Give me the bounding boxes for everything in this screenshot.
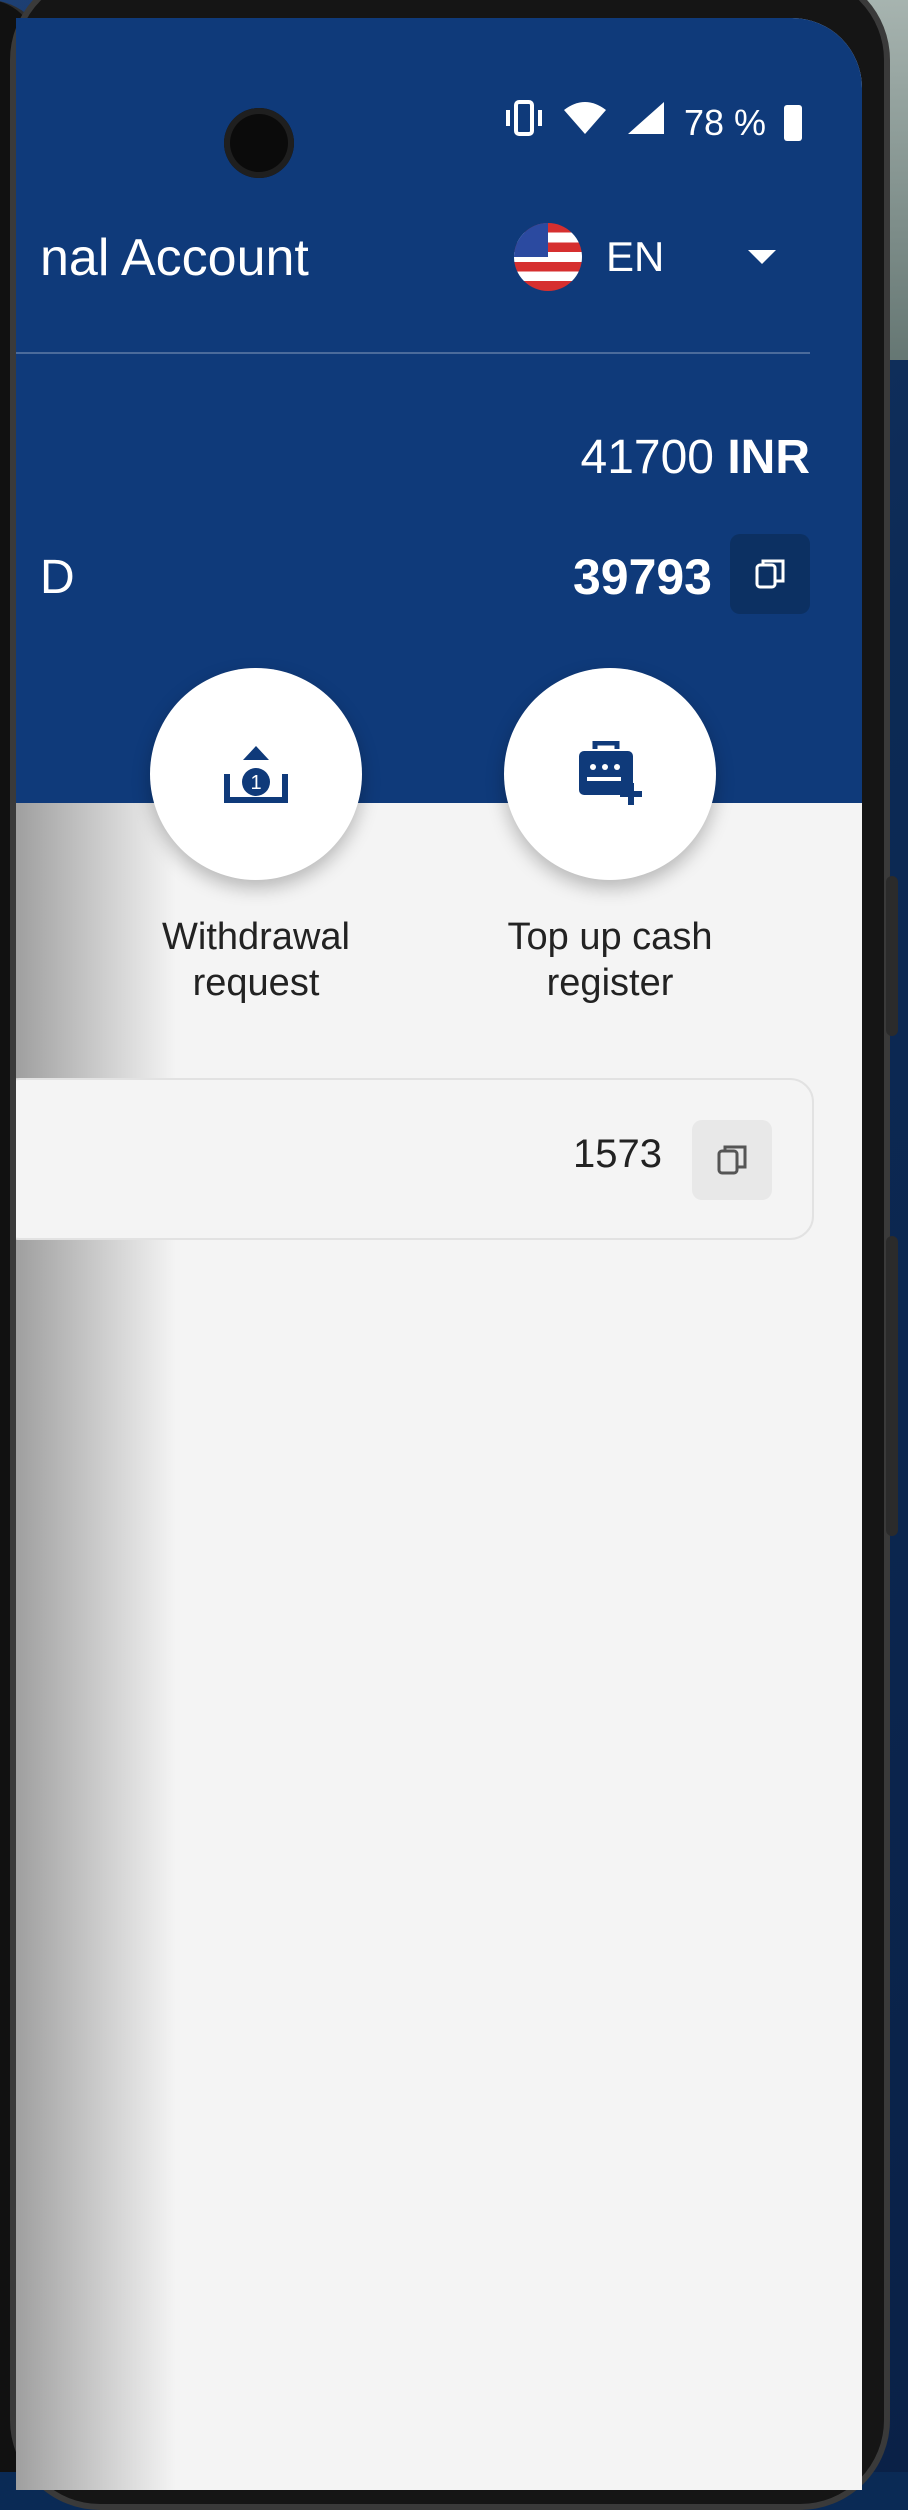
account-card: 1573 bbox=[16, 1078, 814, 1240]
header-divider bbox=[16, 352, 810, 354]
top-up-button[interactable] bbox=[504, 668, 716, 880]
copy-icon bbox=[755, 559, 785, 589]
battery-icon bbox=[784, 104, 802, 141]
copy-button[interactable] bbox=[730, 534, 810, 614]
status-bar: 78 % bbox=[504, 100, 802, 145]
withdrawal-icon: 1 bbox=[224, 746, 288, 803]
cash-register-add-icon bbox=[579, 741, 642, 805]
volume-button bbox=[886, 876, 898, 1036]
chevron-down-icon bbox=[748, 250, 777, 264]
secondary-balance-label: D bbox=[40, 551, 75, 604]
language-code: EN bbox=[606, 233, 665, 280]
top-up-cash-register-action[interactable]: Top up cash register bbox=[504, 668, 716, 1006]
wifi-icon bbox=[562, 100, 608, 145]
copy-icon bbox=[717, 1145, 747, 1175]
top-up-cash-register-label: Top up cash register bbox=[507, 916, 713, 1004]
us-flag-icon bbox=[514, 223, 582, 291]
primary-balance-value: 41700 bbox=[580, 431, 714, 484]
power-button bbox=[886, 1236, 898, 1536]
withdrawal-button[interactable]: 1 bbox=[150, 668, 362, 880]
withdrawal-request-action[interactable]: 1 Withdrawal request bbox=[150, 668, 362, 1006]
panel-shadow bbox=[16, 803, 176, 2490]
language-selector[interactable]: EN bbox=[514, 223, 777, 291]
primary-balance-currency: INR bbox=[727, 431, 810, 484]
copy-button[interactable] bbox=[692, 1120, 772, 1200]
withdrawal-request-label: Withdrawal request bbox=[162, 916, 350, 1004]
phone-screen: 78 % nal Account EN 41700 INR D 39793 1 … bbox=[16, 18, 862, 2490]
phone-frame: 78 % nal Account EN 41700 INR D 39793 1 … bbox=[10, 0, 898, 2510]
svg-text:1: 1 bbox=[250, 772, 261, 794]
vibrate-icon bbox=[504, 100, 544, 145]
page-title: nal Account bbox=[40, 229, 309, 287]
header: 78 % nal Account EN 41700 INR D 39793 bbox=[16, 18, 862, 803]
front-camera bbox=[224, 108, 294, 178]
signal-icon bbox=[626, 100, 666, 145]
card-value: 1573 bbox=[573, 1132, 662, 1176]
secondary-balance-value: 39793 bbox=[572, 549, 712, 605]
primary-balance: 41700 INR bbox=[581, 430, 811, 485]
battery-percentage: 78 % bbox=[683, 101, 766, 143]
